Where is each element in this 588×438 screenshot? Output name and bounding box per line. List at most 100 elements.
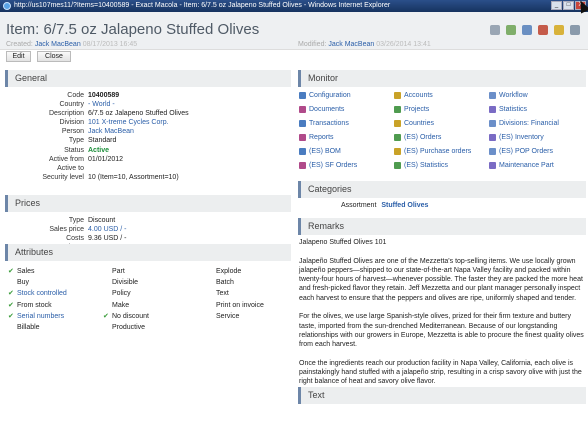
monitor-link-label: Transactions — [309, 120, 349, 127]
monitor-link[interactable]: (ES) Purchase orders — [394, 148, 471, 155]
general-row: Status Active — [4, 146, 290, 155]
key-icon[interactable] — [554, 25, 564, 35]
general-label: Country — [59, 101, 84, 109]
monitor-link[interactable]: Transactions — [299, 120, 349, 127]
monitor-link-label: Configuration — [309, 92, 351, 99]
general-label: Security level — [42, 173, 84, 181]
general-row: Person Jack MacBean — [4, 127, 290, 136]
maximize-button[interactable]: □ — [563, 1, 574, 10]
attribute-label: From stock — [17, 301, 52, 309]
attribute-label[interactable]: Serial numbers — [17, 311, 64, 322]
close-button[interactable]: Close — [37, 51, 71, 62]
general-value[interactable]: - World - — [88, 100, 115, 109]
general-label: Active to — [57, 164, 84, 172]
general-label: Code — [67, 92, 84, 99]
attribute-item: Buy — [8, 277, 67, 288]
monitor-link[interactable]: Divisions: Financial — [489, 120, 559, 127]
monitor-link[interactable]: Documents — [299, 106, 344, 113]
monitor-link[interactable]: Workflow — [489, 92, 528, 99]
attributes-column-3: Explode Batch Text Print on invoice Service — [207, 266, 264, 322]
monitor-link[interactable]: (ES) POP Orders — [489, 148, 553, 155]
edit-button[interactable]: Edit — [6, 51, 31, 62]
monitor-link-label: (ES) Inventory — [499, 134, 544, 141]
attribute-item: Billable — [8, 322, 67, 333]
monitor-link[interactable]: (ES) BOM — [299, 148, 341, 155]
print-icon[interactable] — [490, 25, 500, 35]
created-by-link[interactable]: Jack MacBean — [35, 41, 81, 48]
category-label: Assortment — [341, 202, 377, 209]
general-label: Person — [61, 128, 84, 136]
monitor-link-label: (ES) SF Orders — [309, 162, 358, 169]
attribute-item: ✔ From stock — [8, 300, 67, 311]
attribute-label: Print on invoice — [216, 301, 264, 309]
checkmark-icon: ✔ — [103, 312, 109, 320]
attribute-label: Divisible — [112, 279, 139, 287]
attributes-section-header[interactable]: Attributes — [5, 244, 291, 261]
monitor-link-label: (ES) BOM — [309, 148, 341, 155]
prices-label: Type — [68, 217, 84, 224]
document-icon[interactable] — [506, 25, 516, 35]
general-value: 10 (Item=10, Assortment=10) — [88, 173, 179, 181]
general-value[interactable]: Jack MacBean — [88, 127, 134, 136]
general-row: Code 10400589 — [4, 91, 290, 100]
prices-row: Costs 9.36 USD / - — [4, 234, 290, 243]
prices-label: Sales price — [49, 226, 84, 234]
monitor-item-icon — [394, 106, 401, 113]
monitor-link[interactable]: (ES) Orders — [394, 134, 441, 141]
general-row: Active to — [4, 164, 290, 173]
monitor-link[interactable]: (ES) Inventory — [489, 134, 544, 141]
general-section-header[interactable]: General — [5, 70, 291, 87]
help-icon[interactable] — [570, 25, 580, 35]
checkmark-icon: ✔ — [8, 268, 14, 275]
general-row: Security level 10 (Item=10, Assortment=10… — [4, 173, 290, 182]
monitor-link[interactable]: Maintenance Part — [489, 162, 554, 169]
monitor-link[interactable]: (ES) Statistics — [394, 162, 448, 169]
edit-icon[interactable] — [522, 25, 532, 35]
text-section-header[interactable]: Text — [298, 387, 586, 404]
monitor-section-header[interactable]: Monitor — [298, 70, 586, 87]
monitor-link-label: (ES) POP Orders — [499, 148, 553, 155]
attribute-label: Make — [112, 301, 130, 309]
checkmark-icon: ✔ — [8, 301, 14, 309]
monitor-link[interactable]: Configuration — [299, 92, 351, 99]
remarks-section-header[interactable]: Remarks — [298, 218, 586, 235]
monitor-link[interactable]: (ES) SF Orders — [299, 162, 357, 169]
category-value-link[interactable]: Stuffed Olives — [381, 202, 428, 209]
attribute-label[interactable]: Stock controlled — [17, 288, 67, 299]
minimize-button[interactable]: _ — [551, 1, 562, 10]
monitor-link-label: Documents — [309, 106, 345, 113]
attribute-label: Part — [112, 268, 125, 275]
monitor-link[interactable]: Countries — [394, 120, 434, 127]
header-tools — [490, 25, 580, 35]
general-fields: Code 10400589 Country - World - Description 6… — [4, 91, 290, 182]
general-value: 10400589 — [88, 92, 120, 99]
monitor-link[interactable]: Accounts — [394, 92, 433, 99]
monitor-link[interactable]: Statistics — [489, 106, 527, 113]
page-title: Item: 6/7.5 oz Jalapeno Stuffed Olives — [6, 21, 260, 38]
attribute-item: Text — [207, 288, 264, 299]
created-info: Created: Jack MacBean 08/17/2013 16:45 — [6, 41, 138, 48]
attribute-label: Sales — [17, 268, 35, 275]
monitor-link[interactable]: Projects — [394, 106, 429, 113]
page-header: Item: 6/7.5 oz Jalapeno Stuffed Olives C… — [0, 12, 588, 50]
attribute-item: Service — [207, 311, 264, 322]
general-value[interactable]: 101 X-treme Cycles Corp. — [88, 118, 169, 127]
prices-value[interactable]: 4.00 USD / - — [88, 225, 127, 234]
monitor-item-icon — [394, 134, 401, 141]
remarks-paragraph: For the olives, we use large Spanish-sty… — [299, 313, 584, 349]
attribute-item: ✔ Stock controlled — [8, 288, 67, 299]
remarks-paragraph: Jalapeno Stuffed Olives 101 — [299, 239, 387, 246]
attribute-label: Explode — [216, 268, 242, 275]
categories-section-header[interactable]: Categories — [298, 181, 586, 198]
attribute-item: Explode — [207, 266, 264, 277]
attributes-column-1: ✔ Sales Buy ✔ Stock controlled ✔ From stock ✔ Se… — [8, 266, 67, 333]
attribute-item: ✔ Serial numbers — [8, 311, 67, 322]
general-label: Description — [48, 110, 84, 118]
monitor-link-label: Statistics — [499, 106, 528, 113]
attribute-item: Print on invoice — [207, 300, 264, 311]
prices-section-header[interactable]: Prices — [5, 195, 291, 212]
tools-icon[interactable] — [538, 25, 548, 35]
attributes-column-2: Part Divisible Policy Make ✔ No discount Produ… — [103, 266, 149, 333]
modified-by-link[interactable]: Jack MacBean — [328, 41, 374, 48]
monitor-link[interactable]: Reports — [299, 134, 334, 141]
